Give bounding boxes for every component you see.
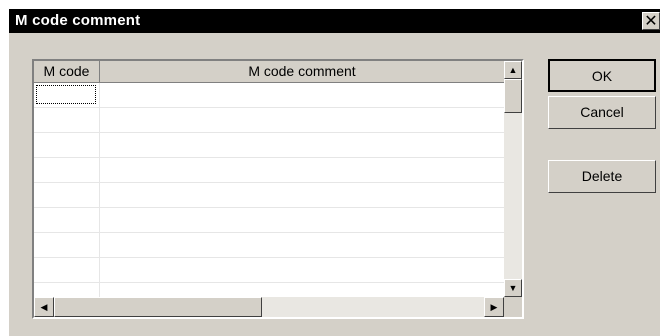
scroll-left-button[interactable]: ◀ — [34, 297, 54, 317]
table-row[interactable] — [34, 233, 504, 258]
table-row[interactable] — [34, 183, 504, 208]
table-header: M code M code comment — [34, 61, 504, 83]
m-code-cell[interactable] — [34, 158, 100, 183]
scrollbar-corner — [504, 297, 522, 317]
m-code-comment-cell[interactable] — [100, 283, 504, 297]
horizontal-scrollbar[interactable]: ◀ ▶ — [34, 297, 504, 317]
vertical-scrollbar[interactable]: ▲ ▼ — [504, 61, 522, 297]
close-button[interactable]: ✕ — [642, 12, 660, 30]
m-code-cell[interactable] — [34, 108, 100, 133]
table-row[interactable] — [34, 133, 504, 158]
cancel-button[interactable]: Cancel — [548, 96, 656, 129]
arrow-down-icon: ▼ — [508, 283, 518, 293]
m-code-comment-cell[interactable] — [100, 208, 504, 233]
window-title: M code comment — [15, 12, 141, 29]
m-code-comment-cell[interactable] — [100, 133, 504, 158]
table-row[interactable] — [34, 158, 504, 183]
table-row[interactable] — [34, 258, 504, 283]
close-icon: ✕ — [644, 13, 658, 30]
column-header-m-code[interactable]: M code — [34, 61, 100, 83]
table-row[interactable] — [34, 108, 504, 133]
column-header-m-code-comment[interactable]: M code comment — [100, 61, 504, 83]
m-code-cell[interactable] — [34, 258, 100, 283]
arrow-right-icon: ▶ — [490, 302, 498, 312]
horizontal-scroll-thumb[interactable] — [54, 297, 262, 317]
table-row[interactable] — [34, 208, 504, 233]
m-code-comment-cell[interactable] — [100, 233, 504, 258]
m-code-comment-cell[interactable] — [100, 258, 504, 283]
vertical-scroll-thumb[interactable] — [504, 79, 522, 113]
m-code-comment-cell[interactable] — [100, 183, 504, 208]
title-bar[interactable]: M code comment ✕ — [9, 9, 660, 33]
m-code-cell[interactable] — [34, 133, 100, 158]
m-code-comment-cell[interactable] — [100, 83, 504, 108]
focus-rectangle — [36, 85, 96, 104]
m-code-cell[interactable] — [34, 283, 100, 297]
m-code-comment-dialog: M code comment ✕ M code M code comment ▲… — [8, 8, 660, 336]
table-body: M code M code comment — [34, 61, 504, 297]
arrow-left-icon: ◀ — [40, 302, 48, 312]
m-code-cell[interactable] — [34, 183, 100, 208]
table-row[interactable] — [34, 83, 504, 108]
m-code-comment-cell[interactable] — [100, 108, 504, 133]
scroll-up-button[interactable]: ▲ — [504, 61, 522, 79]
scroll-right-button[interactable]: ▶ — [484, 297, 504, 317]
arrow-up-icon: ▲ — [508, 65, 518, 75]
table-row[interactable] — [34, 283, 504, 297]
m-code-cell[interactable] — [34, 208, 100, 233]
m-code-comment-cell[interactable] — [100, 158, 504, 183]
m-code-cell[interactable] — [34, 233, 100, 258]
delete-button[interactable]: Delete — [548, 160, 656, 193]
ok-button[interactable]: OK — [548, 59, 656, 92]
m-code-table[interactable]: M code M code comment ▲ ▼ ◀ ▶ — [32, 59, 524, 319]
scroll-down-button[interactable]: ▼ — [504, 279, 522, 297]
